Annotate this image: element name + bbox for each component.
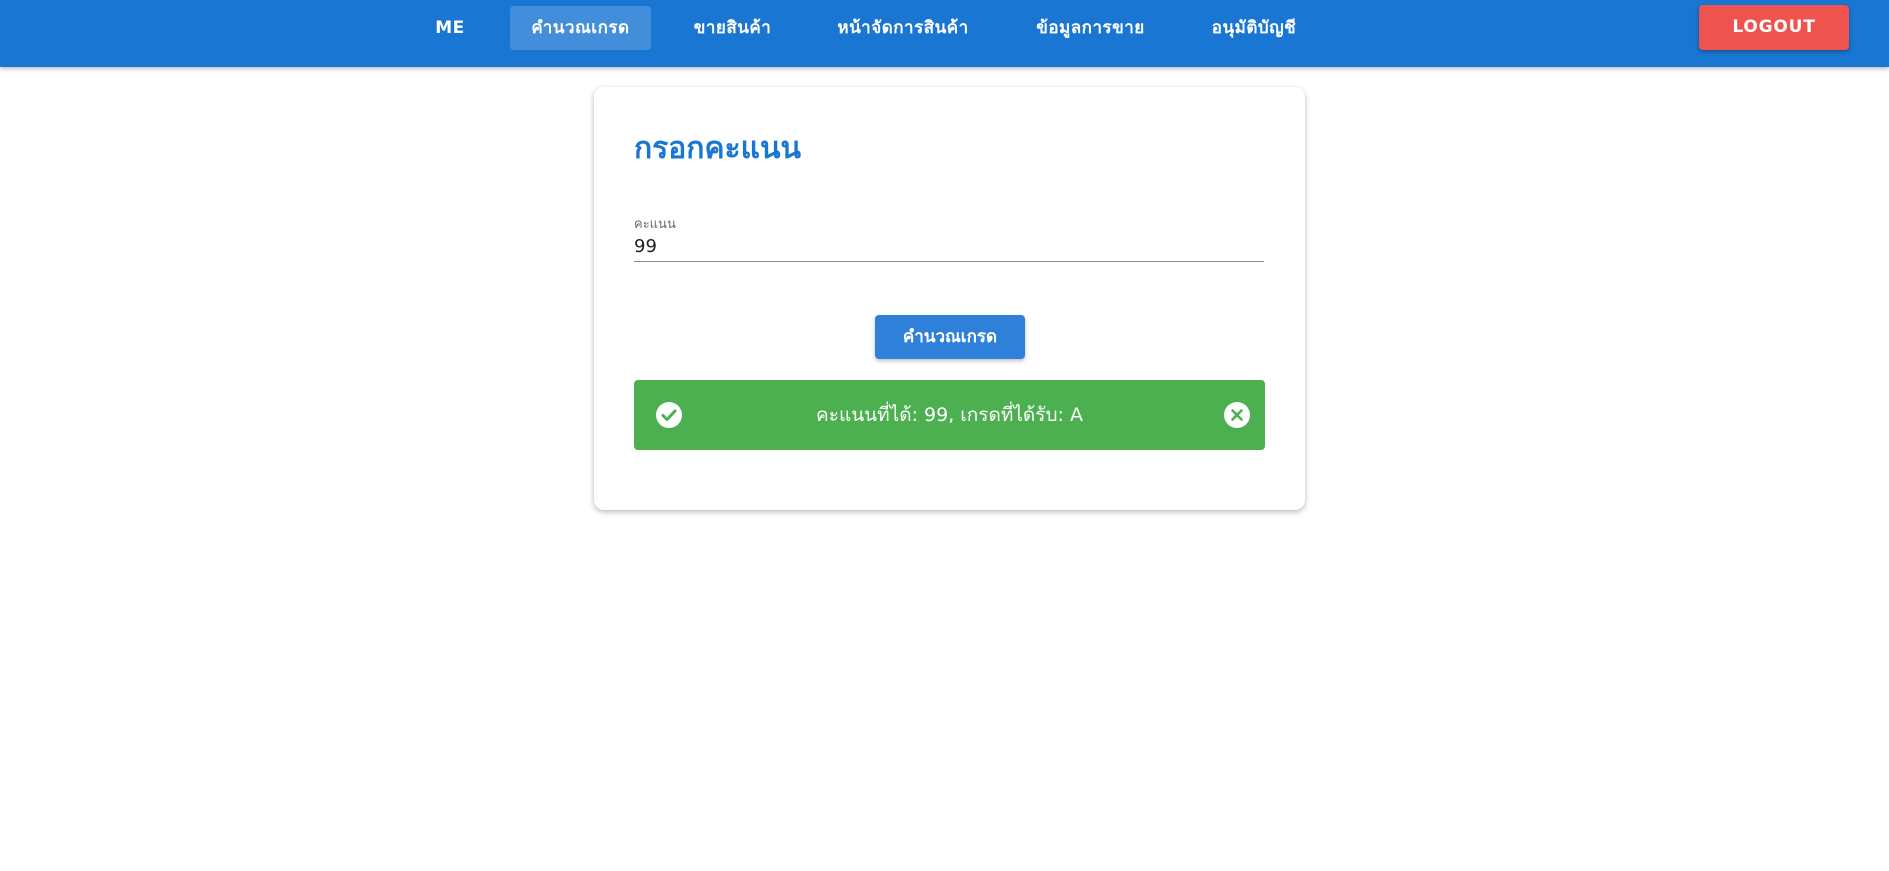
- nav-item-grade-calculator[interactable]: คำนวณเกรด: [510, 6, 651, 50]
- nav-item-sell-products[interactable]: ขายสินค้า: [681, 6, 784, 50]
- calculate-grade-button[interactable]: คำนวณเกรด: [875, 315, 1025, 359]
- result-alert: คะแนนที่ได้: 99, เกรดที่ได้รับ: A: [634, 380, 1265, 450]
- page-title: กรอกคะแนน: [634, 131, 801, 166]
- close-circle-icon[interactable]: [1224, 402, 1250, 428]
- top-navigation-bar: ME คำนวณเกรด ขายสินค้า หน้าจัดการสินค้า …: [0, 0, 1889, 67]
- grade-form-card: กรอกคะแนน คะแนน คำนวณเกรด คะแนนที่ได้: 9…: [594, 87, 1305, 510]
- nav-item-product-management[interactable]: หน้าจัดการสินค้า: [823, 6, 983, 50]
- logout-button[interactable]: LOGOUT: [1699, 5, 1849, 50]
- result-message: คะแนนที่ได้: 99, เกรดที่ได้รับ: A: [816, 404, 1083, 426]
- nav-item-me[interactable]: ME: [421, 6, 479, 50]
- score-input[interactable]: [634, 231, 1264, 262]
- nav-item-approve-accounts[interactable]: อนุมัติบัญชี: [1199, 6, 1309, 50]
- nav-item-sales-data[interactable]: ข้อมูลการขาย: [1025, 6, 1156, 50]
- check-circle-icon: [656, 402, 682, 428]
